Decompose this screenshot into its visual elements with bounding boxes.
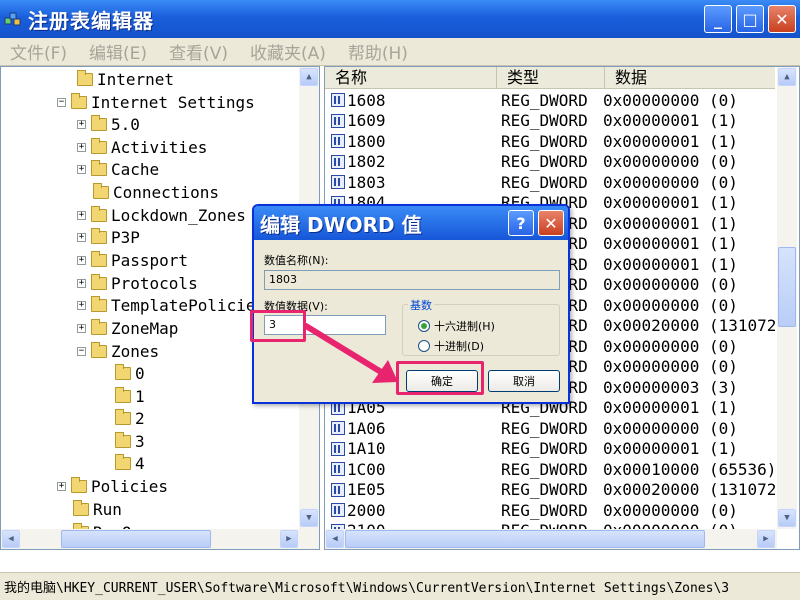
annotation-arrow — [303, 323, 398, 383]
